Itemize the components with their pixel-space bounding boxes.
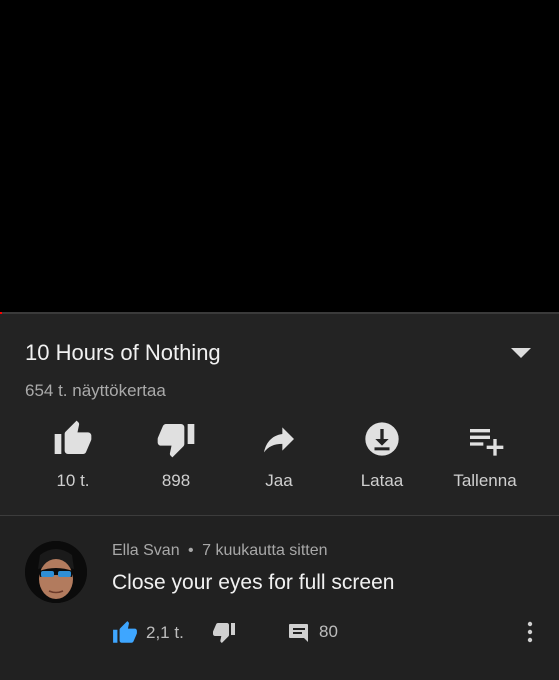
avatar-image bbox=[25, 541, 87, 603]
more-options-icon[interactable] bbox=[523, 620, 537, 644]
comment-icon bbox=[289, 624, 308, 642]
thumb-down-icon bbox=[213, 623, 235, 643]
expand-description-icon[interactable] bbox=[511, 348, 531, 358]
video-player[interactable] bbox=[0, 0, 559, 313]
comment-like-button[interactable]: 2,1 t. bbox=[112, 620, 184, 646]
download-label: Lataa bbox=[360, 471, 404, 490]
dislike-count: 898 bbox=[161, 471, 191, 490]
comment-like-count: 2,1 t. bbox=[146, 623, 184, 642]
save-label: Tallenna bbox=[453, 471, 517, 490]
share-icon bbox=[264, 427, 294, 453]
playlist-add-icon bbox=[470, 429, 504, 456]
comment-dislike-button[interactable] bbox=[212, 620, 236, 644]
thumb-up-icon bbox=[113, 621, 137, 643]
comment-text: Close your eyes for full screen bbox=[112, 571, 395, 594]
thumb-up-icon bbox=[54, 420, 92, 454]
meta-separator: • bbox=[188, 542, 194, 559]
comment-replies-button[interactable]: 80 bbox=[287, 620, 338, 644]
save-to-playlist-button[interactable]: Tallenna bbox=[435, 419, 535, 491]
comment-item: Ella Svan • 7 kuukautta sitten Close you… bbox=[0, 516, 559, 680]
comment-meta: Ella Svan • 7 kuukautta sitten bbox=[112, 542, 328, 560]
like-button[interactable]: 10 t. bbox=[23, 419, 123, 491]
comment-reply-count: 80 bbox=[319, 622, 338, 641]
thumb-down-icon bbox=[157, 424, 195, 458]
view-count: 654 t. näyttökertaa bbox=[25, 381, 166, 400]
share-label: Jaa bbox=[265, 471, 293, 490]
comment-author[interactable]: Ella Svan bbox=[112, 542, 180, 559]
avatar[interactable] bbox=[25, 541, 87, 603]
download-button[interactable]: Lataa bbox=[332, 419, 432, 491]
like-count: 10 t. bbox=[56, 471, 90, 490]
dislike-button[interactable]: 898 bbox=[126, 419, 226, 491]
share-button[interactable]: Jaa bbox=[229, 419, 329, 491]
comment-time: 7 kuukautta sitten bbox=[202, 542, 328, 559]
download-icon bbox=[365, 422, 399, 456]
video-title[interactable]: 10 Hours of Nothing bbox=[25, 340, 221, 366]
video-info-panel: 10 Hours of Nothing 654 t. näyttökertaa … bbox=[0, 314, 559, 515]
